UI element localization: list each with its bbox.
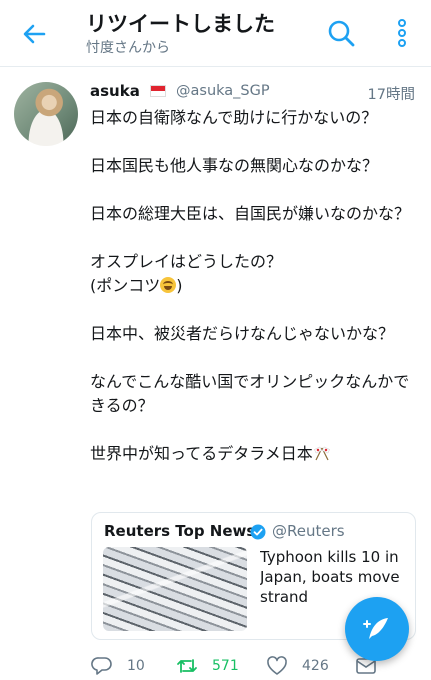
tweet-line: 日本の自衛隊なんで助けに行かないの？ [90,108,378,127]
tweet-line: 日本国民も他人事なの無関心なのかな？ [90,156,379,175]
quoted-user-name: Reuters Top News [104,522,256,540]
crossed-flags-emoji-icon [313,446,330,461]
tweet-line: 世界中が知ってるデタラメ日本 [90,444,313,463]
header-title: リツイートしました [86,12,275,36]
retweet-button[interactable]: 571 [176,652,239,680]
tweet-text: 日本の自衛隊なんで助けに行かないの？ 日本国民も他人事なの無関心なのかな？ 日本… [90,106,422,466]
tweet-line: ) [176,276,183,295]
top-app-bar: リツイートしました 忖度さんから [0,0,431,67]
like-count: 426 [302,658,329,674]
search-button[interactable] [325,17,357,49]
laughing-emoji-icon [160,277,177,293]
back-button[interactable] [18,18,50,50]
tweet-line: オスプレイはどうしたの？ [90,252,283,271]
quoted-user-handle: @Reuters [272,522,345,540]
user-name[interactable]: asuka [90,82,140,100]
singapore-flag-icon [150,85,166,97]
tweet-line: 日本の総理大臣は、自国民が嫌いなのかな？ [90,204,411,223]
like-icon [267,656,287,675]
reply-icon [91,657,112,675]
reply-count: 10 [127,658,145,674]
avatar[interactable] [14,82,78,146]
retweet-icon [177,659,197,673]
compose-feather-icon [363,618,388,639]
retweet-count: 571 [212,658,239,674]
user-handle[interactable]: @asuka_SGP [176,83,270,99]
reply-button[interactable]: 10 [91,652,145,680]
tweet-line: なんでこんな酷い国でオリンピックなんかできるの？ [90,372,410,415]
like-button[interactable]: 426 [266,652,329,680]
compose-button[interactable] [345,597,409,661]
tweet-line: (ポンコツ [90,276,161,295]
more-options-button[interactable] [390,17,414,49]
verified-badge-icon [250,524,266,540]
more-vertical-icon [398,19,406,47]
tweet-time[interactable]: 17時間 [368,83,415,104]
header-subtitle: 忖度さんから [86,40,170,56]
back-arrow-icon [23,24,46,44]
tweet-line: 日本中、被災者だらけなんじゃないかな？ [90,324,395,343]
search-icon [328,20,355,47]
boats-stranded-photo [103,547,247,631]
